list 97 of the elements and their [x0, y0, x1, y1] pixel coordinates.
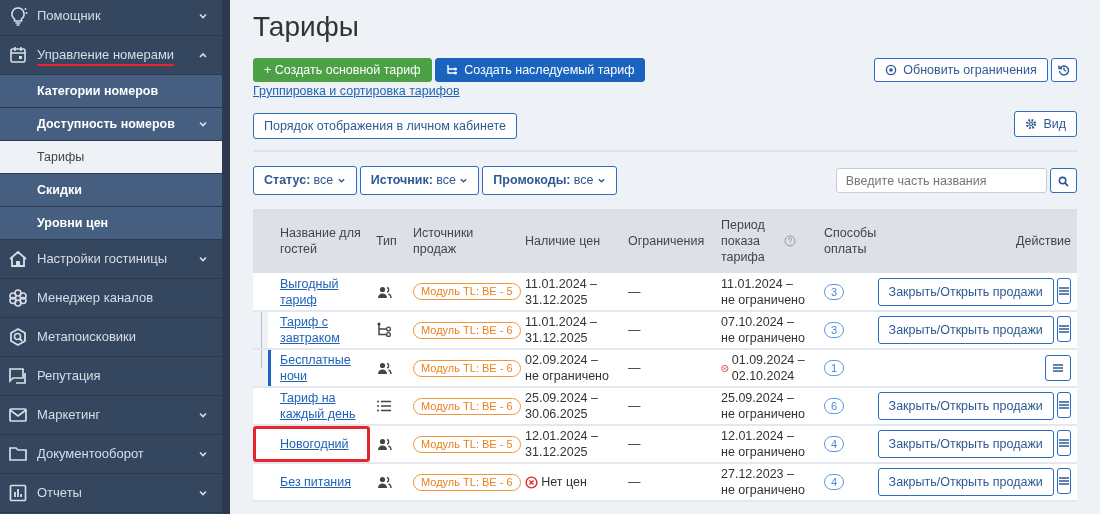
column-header: Способы оплаты — [824, 226, 877, 257]
history-icon — [1058, 64, 1070, 77]
toggle-sales-button[interactable]: Закрыть/Открыть продажи — [877, 277, 1054, 306]
sidebar-item[interactable]: Отчеты — [0, 474, 222, 513]
menu-button[interactable] — [1057, 277, 1071, 304]
restrictions-text: — — [628, 437, 641, 452]
people-icon — [376, 360, 392, 377]
column-header: Ограничения — [628, 234, 705, 249]
toggle-sales-button[interactable]: Закрыть/Открыть продажи — [877, 316, 1054, 345]
price-availability: 02.09.2024 – не ограничено — [525, 352, 610, 385]
display-period: 12.01.2024 – не ограничено — [721, 428, 806, 461]
flower-icon — [8, 288, 28, 308]
display-period: 01.09.2024 – 02.10.2024 — [731, 352, 806, 385]
people-icon — [376, 436, 392, 453]
toggle-sales-button[interactable]: Закрыть/Открыть продажи — [877, 392, 1054, 421]
filter-dropdown[interactable]: Источник: все — [359, 166, 480, 196]
restrictions-text: — — [628, 475, 641, 490]
page-title: Тарифы — [253, 10, 360, 44]
create-inherited-rate-button[interactable]: Создать наследуемый тариф — [434, 57, 646, 82]
sidebar-item[interactable]: Репутация — [0, 357, 222, 396]
search-field[interactable]: Введите часть названия — [835, 168, 1047, 194]
chevron-down-icon — [198, 11, 208, 21]
price-availability: 11.01.2024 – 31.12.2025 — [525, 275, 599, 308]
sidebar-item[interactable]: Метапоисковики — [0, 318, 222, 357]
sidebar-subitem[interactable]: Доступность номеров — [0, 108, 222, 141]
chevron-up-icon — [198, 50, 208, 60]
sidebar-subitem[interactable]: Категории номеров — [0, 75, 222, 108]
branch-icon — [445, 63, 458, 76]
menu-button[interactable] — [1057, 316, 1071, 343]
search-icon — [1058, 175, 1069, 187]
restrictions-text: — — [628, 323, 641, 338]
column-header: Действие — [1016, 234, 1071, 249]
caret-icon — [596, 176, 606, 186]
column-header: Период показа тарифа — [721, 217, 766, 266]
chevron-down-icon — [198, 119, 208, 129]
view-button[interactable]: Вид — [1013, 110, 1077, 137]
price-availability: 11.01.2024 – 31.12.2025 — [525, 314, 599, 347]
menu-icon — [1058, 476, 1070, 487]
menu-icon — [1058, 324, 1070, 335]
menu-icon — [1058, 438, 1070, 449]
chevron-down-icon — [198, 488, 208, 498]
restrictions-text: — — [628, 284, 641, 299]
calendar-icon — [8, 45, 28, 65]
price-availability: 12.01.2024 – 31.12.2025 — [525, 428, 599, 461]
column-header: Наличие цен — [525, 234, 601, 249]
sidebar-subitem[interactable]: Скидки — [0, 174, 222, 207]
column-header: Название для гостей — [280, 226, 361, 257]
display-period: 27.12.2023 – не ограничено — [721, 466, 806, 499]
bulb-icon — [8, 6, 28, 26]
chevron-down-icon — [198, 254, 208, 264]
menu-button[interactable] — [1057, 468, 1071, 495]
people-icon — [376, 474, 392, 491]
price-availability: 25.09.2024 – 30.06.2025 — [525, 390, 599, 423]
house-icon — [8, 249, 28, 269]
sidebar-item[interactable]: Документооборот — [0, 435, 222, 474]
column-header: Тип — [376, 234, 397, 249]
toggle-sales-button[interactable]: Закрыть/Открыть продажи — [877, 430, 1054, 459]
restrictions-text: — — [628, 361, 641, 376]
restrictions-text: — — [628, 399, 641, 414]
update-restrictions-button[interactable]: Обновить ограничения — [873, 57, 1048, 82]
menu-icon — [1052, 363, 1064, 374]
menu-button[interactable] — [1057, 430, 1071, 457]
caret-icon — [336, 176, 346, 186]
display-period: 07.10.2024 – не ограничено — [721, 314, 806, 347]
folder-icon — [8, 444, 28, 464]
sidebar-item[interactable]: Настройки гостиницы — [0, 240, 222, 279]
chevron-down-icon — [198, 410, 208, 420]
chevron-down-icon — [198, 449, 208, 459]
sidebar-item[interactable]: Менеджер каналов — [0, 279, 222, 318]
price-availability: Нет цен — [541, 474, 587, 491]
display-order-button[interactable]: Порядок отображения в личном кабинете — [253, 113, 518, 140]
menu-icon — [1058, 285, 1070, 296]
help-icon — [783, 235, 796, 248]
grouping-link[interactable]: Группировка и сортировка тарифов — [253, 81, 460, 101]
toggle-sales-button[interactable]: Закрыть/Открыть продажи — [877, 468, 1054, 497]
chart-icon — [8, 483, 28, 503]
branch-icon — [376, 322, 392, 339]
settings-icon — [1024, 117, 1037, 130]
menu-button[interactable] — [1057, 392, 1071, 419]
sidebar-item[interactable]: Помощник — [0, 0, 222, 36]
sidebar-subitem[interactable]: Тарифы — [0, 141, 222, 174]
sidebar-subitem[interactable]: Уровни цен — [0, 207, 222, 240]
display-period: 11.01.2024 – не ограничено — [721, 275, 806, 308]
chat-icon — [8, 366, 28, 386]
history-button[interactable] — [1051, 57, 1077, 82]
filter-dropdown[interactable]: Промокоды: все — [482, 166, 617, 196]
target-icon — [884, 63, 897, 76]
menu-button[interactable] — [1045, 355, 1071, 382]
sidebar-item[interactable]: Маркетинг — [0, 396, 222, 435]
filter-dropdown[interactable]: Статус: все — [253, 166, 357, 196]
column-header: Источники продаж — [413, 226, 474, 257]
search-icon — [8, 327, 28, 347]
menu-icon — [1058, 400, 1070, 411]
envelope-icon — [8, 405, 28, 425]
display-period: 25.09.2024 – не ограничено — [721, 390, 806, 423]
search-button[interactable] — [1050, 168, 1077, 194]
caret-icon — [459, 176, 469, 186]
